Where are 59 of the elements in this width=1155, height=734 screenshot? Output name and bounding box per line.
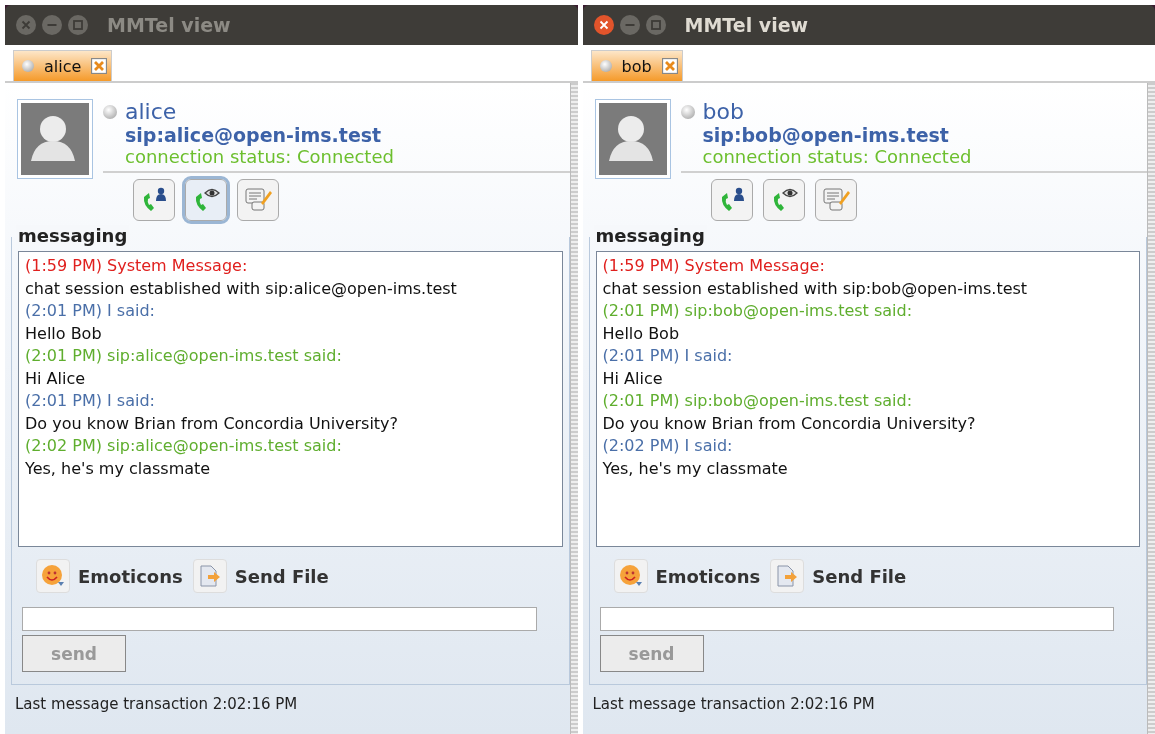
note-button[interactable]: [814, 179, 857, 221]
minimize-icon[interactable]: [41, 14, 63, 36]
call-button[interactable]: [133, 179, 175, 221]
message-text: chat session established with sip:alice@open-ims.test: [25, 277, 458, 300]
message-text: Hello Bob: [25, 322, 103, 345]
close-tab-icon[interactable]: [91, 58, 108, 74]
status-text: Last message transaction 2:02:16 PM: [14, 694, 299, 713]
message-text: Yes, he's my classmate: [602, 457, 789, 480]
message-text: Hi Alice: [25, 367, 87, 390]
message-header: (2:02 PM) I said:: [602, 435, 734, 457]
message-header: (2:01 PM) I said:: [602, 345, 734, 367]
message-text: chat session established with sip:bob@open-ims.test: [602, 277, 1029, 300]
send-file-button[interactable]: Send File: [192, 559, 329, 593]
contact-name: bob: [702, 99, 744, 124]
note-button[interactable]: [237, 179, 279, 221]
smiley-icon: [618, 564, 643, 588]
send-file-icon: [197, 564, 222, 588]
message-input[interactable]: [22, 607, 537, 631]
close-tab-icon[interactable]: [661, 58, 678, 74]
contact-tab[interactable]: bob: [590, 50, 683, 82]
message-header: (2:02 PM) sip:alice@open-ims.test said:: [25, 435, 343, 457]
message-header: (2:01 PM) sip:bob@open-ims.test said:: [602, 390, 914, 412]
message-header: (2:01 PM) sip:bob@open-ims.test said:: [602, 300, 914, 322]
message-text: Do you know Brian from Concordia University?: [25, 412, 400, 435]
window-title: MMTel view: [684, 14, 809, 36]
window-title: MMTel view: [107, 14, 231, 36]
message-text: Hi Alice: [602, 367, 664, 390]
connection-status: connection status: Connected: [680, 146, 1147, 173]
maximize-icon[interactable]: [67, 14, 89, 36]
resize-handle[interactable]: [1147, 83, 1155, 734]
presence-icon: [103, 104, 117, 119]
call-button[interactable]: [710, 179, 753, 221]
message-header: (1:59 PM) System Message:: [25, 255, 249, 277]
video-call-button[interactable]: [185, 179, 227, 221]
resize-handle[interactable]: [569, 83, 578, 734]
message-text: Hello Bob: [602, 322, 681, 345]
emoticons-button[interactable]: Emoticons: [36, 559, 183, 593]
contact-name: alice: [125, 99, 177, 124]
message-header: (2:01 PM) sip:alice@open-ims.test said:: [25, 345, 343, 367]
message-header: (1:59 PM) System Message:: [602, 255, 826, 277]
avatar-icon: [594, 99, 671, 179]
contact-tab[interactable]: alice: [13, 50, 113, 82]
send-file-button[interactable]: Send File: [770, 559, 907, 593]
connection-status: connection status: Connected: [103, 146, 570, 173]
video-call-button[interactable]: [762, 179, 805, 221]
smiley-icon: [41, 564, 65, 588]
maximize-icon[interactable]: [644, 14, 667, 36]
close-icon[interactable]: [592, 14, 615, 36]
contact-uri: sip:alice@open-ims.test: [124, 124, 383, 146]
presence-icon: [680, 104, 695, 119]
status-text: Last message transaction 2:02:16 PM: [591, 694, 876, 713]
message-header: (2:01 PM) I said:: [25, 300, 156, 322]
message-header: (2:01 PM) I said:: [25, 390, 156, 412]
message-text: Do you know Brian from Concordia University?: [602, 412, 977, 435]
message-text: Yes, he's my classmate: [25, 457, 212, 480]
message-input[interactable]: [599, 607, 1114, 631]
avatar-icon: [17, 99, 93, 179]
contact-uri: sip:bob@open-ims.test: [701, 124, 950, 146]
emoticons-button[interactable]: Emoticons: [613, 559, 761, 593]
